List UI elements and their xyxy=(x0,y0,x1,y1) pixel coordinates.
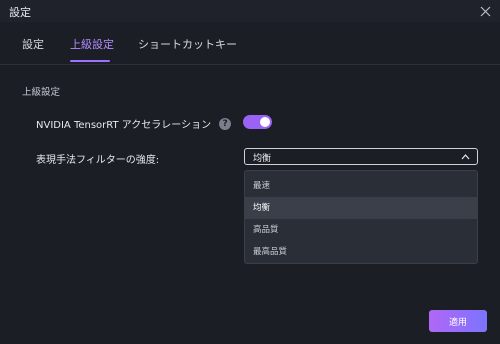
chevron-up-icon xyxy=(461,154,470,160)
dropdown-option[interactable]: 最速 xyxy=(245,175,477,197)
tab-advanced-settings[interactable]: 上級設定 xyxy=(70,36,114,52)
tab-bar: 設定 上級設定 ショートカットキー xyxy=(0,36,500,64)
title-bar: 設定 xyxy=(0,0,500,22)
acceleration-toggle[interactable] xyxy=(243,115,272,129)
acceleration-setting: NVIDIA TensorRT アクセラレーション ? xyxy=(36,116,232,131)
window-title: 設定 xyxy=(9,6,31,19)
divider xyxy=(0,64,500,65)
help-icon[interactable]: ? xyxy=(219,117,232,130)
close-icon[interactable] xyxy=(478,4,492,18)
tab-shortcut-keys[interactable]: ショートカットキー xyxy=(138,36,237,52)
section-title: 上級設定 xyxy=(22,87,61,98)
toggle-knob xyxy=(260,117,270,127)
tab-settings[interactable]: 設定 xyxy=(22,36,44,52)
select-value: 均衡 xyxy=(253,154,272,164)
active-tab-indicator xyxy=(70,60,110,62)
filter-strength-label: 表現手法フィルターの強度: xyxy=(36,155,160,166)
filter-strength-select[interactable]: 均衡 xyxy=(244,148,478,165)
apply-button[interactable]: 適用 xyxy=(429,310,487,332)
dropdown-option[interactable]: 最高品質 xyxy=(245,241,477,263)
dropdown-option[interactable]: 高品質 xyxy=(245,219,477,241)
acceleration-label: NVIDIA TensorRT アクセラレーション xyxy=(36,120,212,131)
filter-strength-dropdown: 最速 均衡 高品質 最高品質 xyxy=(244,170,478,264)
dropdown-option-selected[interactable]: 均衡 xyxy=(245,197,477,219)
